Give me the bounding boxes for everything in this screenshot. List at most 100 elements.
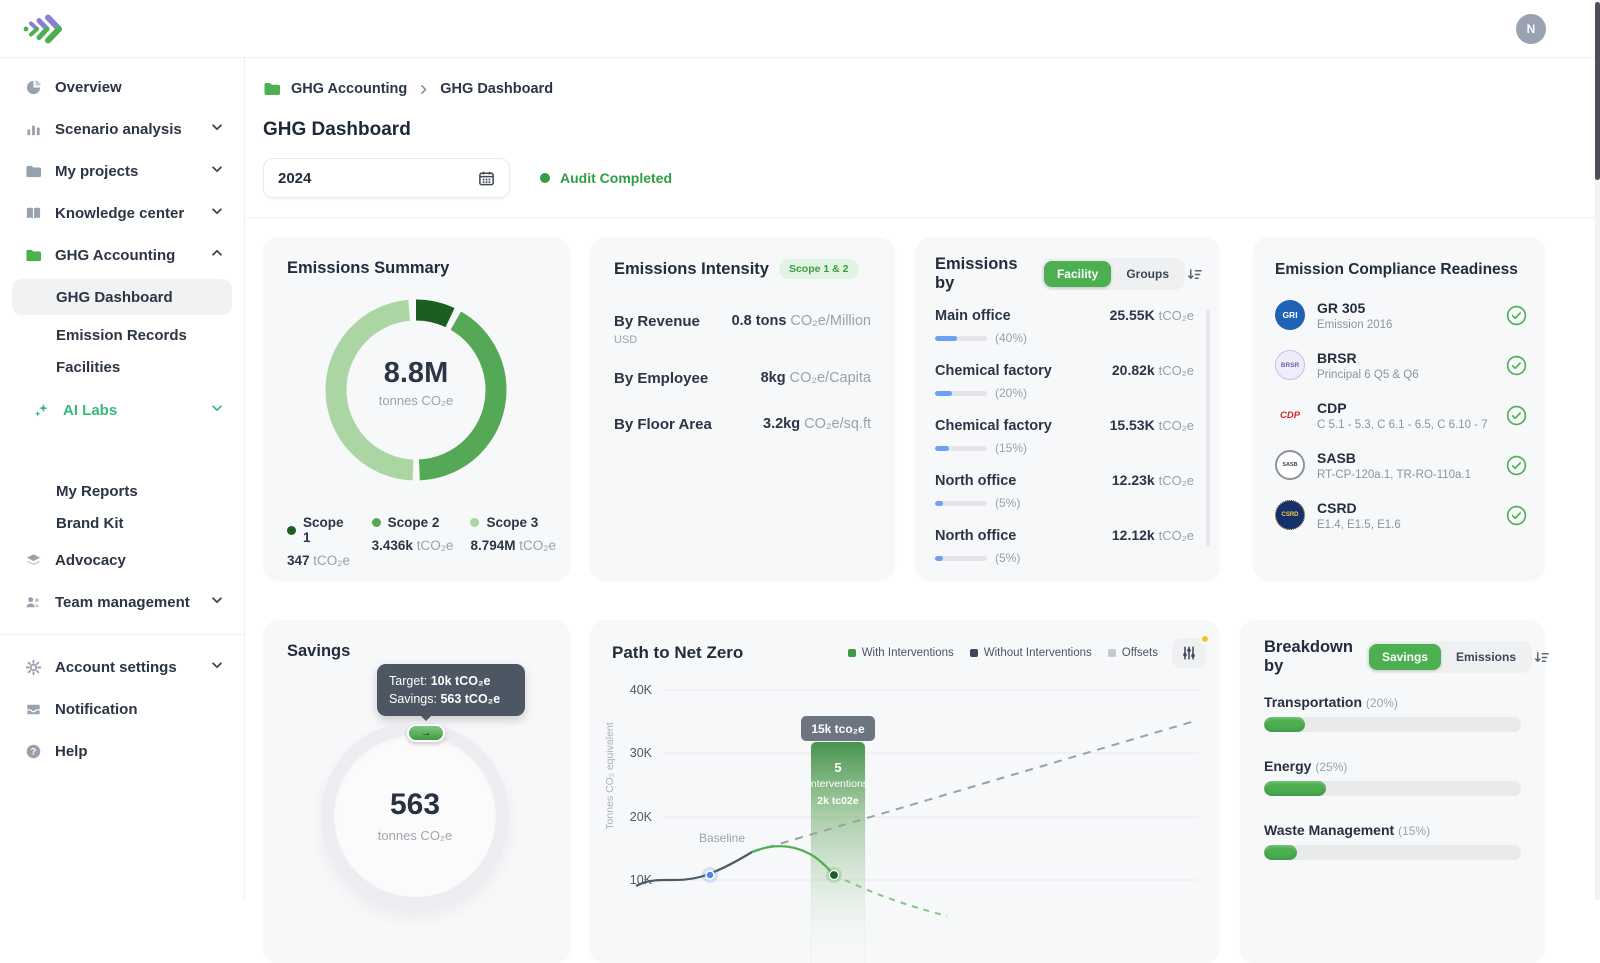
main-content: GHG Accounting GHG Dashboard GHG Dashboa… [246,58,1600,900]
toggle-groups[interactable]: Groups [1113,261,1182,287]
chevron-down-icon [210,204,224,222]
people-icon [24,593,42,611]
chevron-down-icon [210,162,224,180]
pie-chart-icon [24,78,42,96]
facility-row: Chemical factory 15.53K tCO₂e (15%) [935,417,1194,455]
svg-text:Baseline: Baseline [699,831,745,845]
calendar-icon [478,170,495,187]
legend-scope-1: Scope 1 347 tCO₂e [287,515,355,568]
svg-text:2k tc02e: 2k tc02e [817,795,859,807]
year-select[interactable]: 2024 [263,158,510,198]
sidebar-item-account-settings[interactable]: Account settings [0,646,244,688]
check-circle-icon [1506,405,1527,426]
savings-value: 563 [321,788,509,822]
legend-offsets: Offsets [1108,647,1158,659]
user-avatar[interactable]: N [1516,14,1546,44]
cdp-badge: CDP [1275,400,1305,430]
facility-progress [935,556,987,561]
card-scrollbar[interactable] [1206,309,1210,547]
sasb-badge: SASB [1275,450,1305,480]
page-scrollbar[interactable] [1595,0,1600,900]
sidebar-item-ai-labs[interactable]: AI Labs [0,389,244,431]
sidebar-item-my-projects[interactable]: My projects [0,150,244,192]
donut-center-label: 8.8M tonnes CO₂e [321,357,511,408]
sidebar-item-notification[interactable]: Notification [0,688,244,730]
sidebar-item-my-reports[interactable]: My Reports [0,475,244,507]
toggle-facility[interactable]: Facility [1044,261,1111,287]
toggle-savings[interactable]: Savings [1369,644,1441,670]
breadcrumb-parent[interactable]: GHG Accounting [291,81,407,97]
facility-groups-toggle: Facility Groups [1041,258,1185,290]
sidebar-item-help[interactable]: ? Help [0,730,244,772]
chart-filter-button[interactable] [1172,638,1206,668]
breakdown-progress [1264,717,1521,732]
help-icon: ? [24,742,42,760]
compliance-row: GRI GR 305Emission 2016 [1275,298,1527,332]
card-title: Emission Compliance Readiness [1275,261,1518,279]
card-title: Savings [287,642,350,661]
intensity-row-floor-area: By Floor Area 3.2kg CO₂e/sq.ft [614,416,871,433]
sidebar-label: Brand Kit [56,515,124,532]
facility-row: North office 12.12k tCO₂e (5%) [935,527,1194,565]
chevron-down-icon [210,658,224,676]
savings-center-label: 563 tonnes CO₂e [321,788,509,843]
csrd-badge: CSRD [1275,500,1305,530]
breakdown-progress [1264,845,1521,860]
sidebar-item-advocacy[interactable]: Advocacy [0,539,244,581]
status-dot [540,173,550,183]
sort-icon[interactable] [1185,265,1204,284]
legend-swatch [848,649,856,657]
sidebar-item-ghg-dashboard[interactable]: GHG Dashboard [12,279,232,315]
card-savings: Savings Target: 10k tCO₂e Savings: 563 t… [263,620,570,963]
donut-legend: Scope 1 347 tCO₂e Scope 2 3.436k tCO₂e S… [287,515,556,568]
page-scrollbar-thumb[interactable] [1595,2,1600,180]
sidebar-item-team-management[interactable]: Team management [0,581,244,623]
svg-text:30K: 30K [630,746,653,760]
card-title: Path to Net Zero [612,643,743,663]
gear-icon [24,658,42,676]
sidebar-item-brand-kit[interactable]: Brand Kit [0,507,244,539]
net-zero-chart: 40K 30K 20K 10K 15k tco₂e 5 Intervention… [612,676,1198,963]
sparkles-icon [32,401,50,419]
sidebar-item-emission-records[interactable]: Emission Records [0,319,244,351]
card-path-to-net-zero: Path to Net Zero With Interventions With… [590,620,1220,963]
sidebar-item-overview[interactable]: Overview [0,66,244,108]
facility-rows: Main office 25.55K tCO₂e (40%) Chemical … [935,307,1194,565]
compliance-row: CDP CDPC 5.1 - 5.3, C 6.1 - 6.5, C 6.10 … [1275,398,1527,432]
bar-chart-icon [24,120,42,138]
sidebar-label: My Reports [56,483,138,500]
card-compliance-readiness: Emission Compliance Readiness GRI GR 305… [1253,237,1545,580]
total-emissions-unit: tonnes CO₂e [321,393,511,408]
folder-green-icon [24,246,42,264]
scope1-dot [287,526,296,535]
sort-icon[interactable] [1532,648,1551,667]
breakdown-row-transportation: Transportation (20%) [1264,694,1521,732]
sidebar-item-facilities[interactable]: Facilities [0,351,244,383]
facility-row: Main office 25.55K tCO₂e (40%) [935,307,1194,345]
inbox-icon [24,700,42,718]
card-emissions-by: Emissions by Facility Groups Main office… [915,237,1220,580]
book-icon [24,204,42,222]
check-circle-icon [1506,305,1527,326]
sidebar-label: Team management [55,594,190,611]
sidebar: Overview Scenario analysis My projects K… [0,58,245,900]
sidebar-label: GHG Dashboard [56,289,173,306]
app-logo-icon[interactable] [22,10,66,53]
svg-text:10K: 10K [630,873,653,887]
sidebar-label: Advocacy [55,552,126,569]
sidebar-label: Help [55,743,88,760]
sidebar-item-ghg-accounting[interactable]: GHG Accounting [0,234,244,276]
scope3-dot [470,518,479,527]
savings-emissions-toggle: Savings Emissions [1366,641,1532,673]
audit-status: Audit Completed [540,158,672,198]
gri-badge: GRI [1275,300,1305,330]
status-label: Audit Completed [560,170,672,186]
sidebar-divider [0,634,244,635]
toggle-emissions[interactable]: Emissions [1443,644,1529,670]
sidebar-item-knowledge-center[interactable]: Knowledge center [0,192,244,234]
breadcrumb-current[interactable]: GHG Dashboard [440,81,553,97]
brsr-badge: BRSR [1275,350,1305,380]
scope2-dot [372,518,381,527]
sidebar-item-scenario-analysis[interactable]: Scenario analysis [0,108,244,150]
savings-unit: tonnes CO₂e [321,828,509,843]
